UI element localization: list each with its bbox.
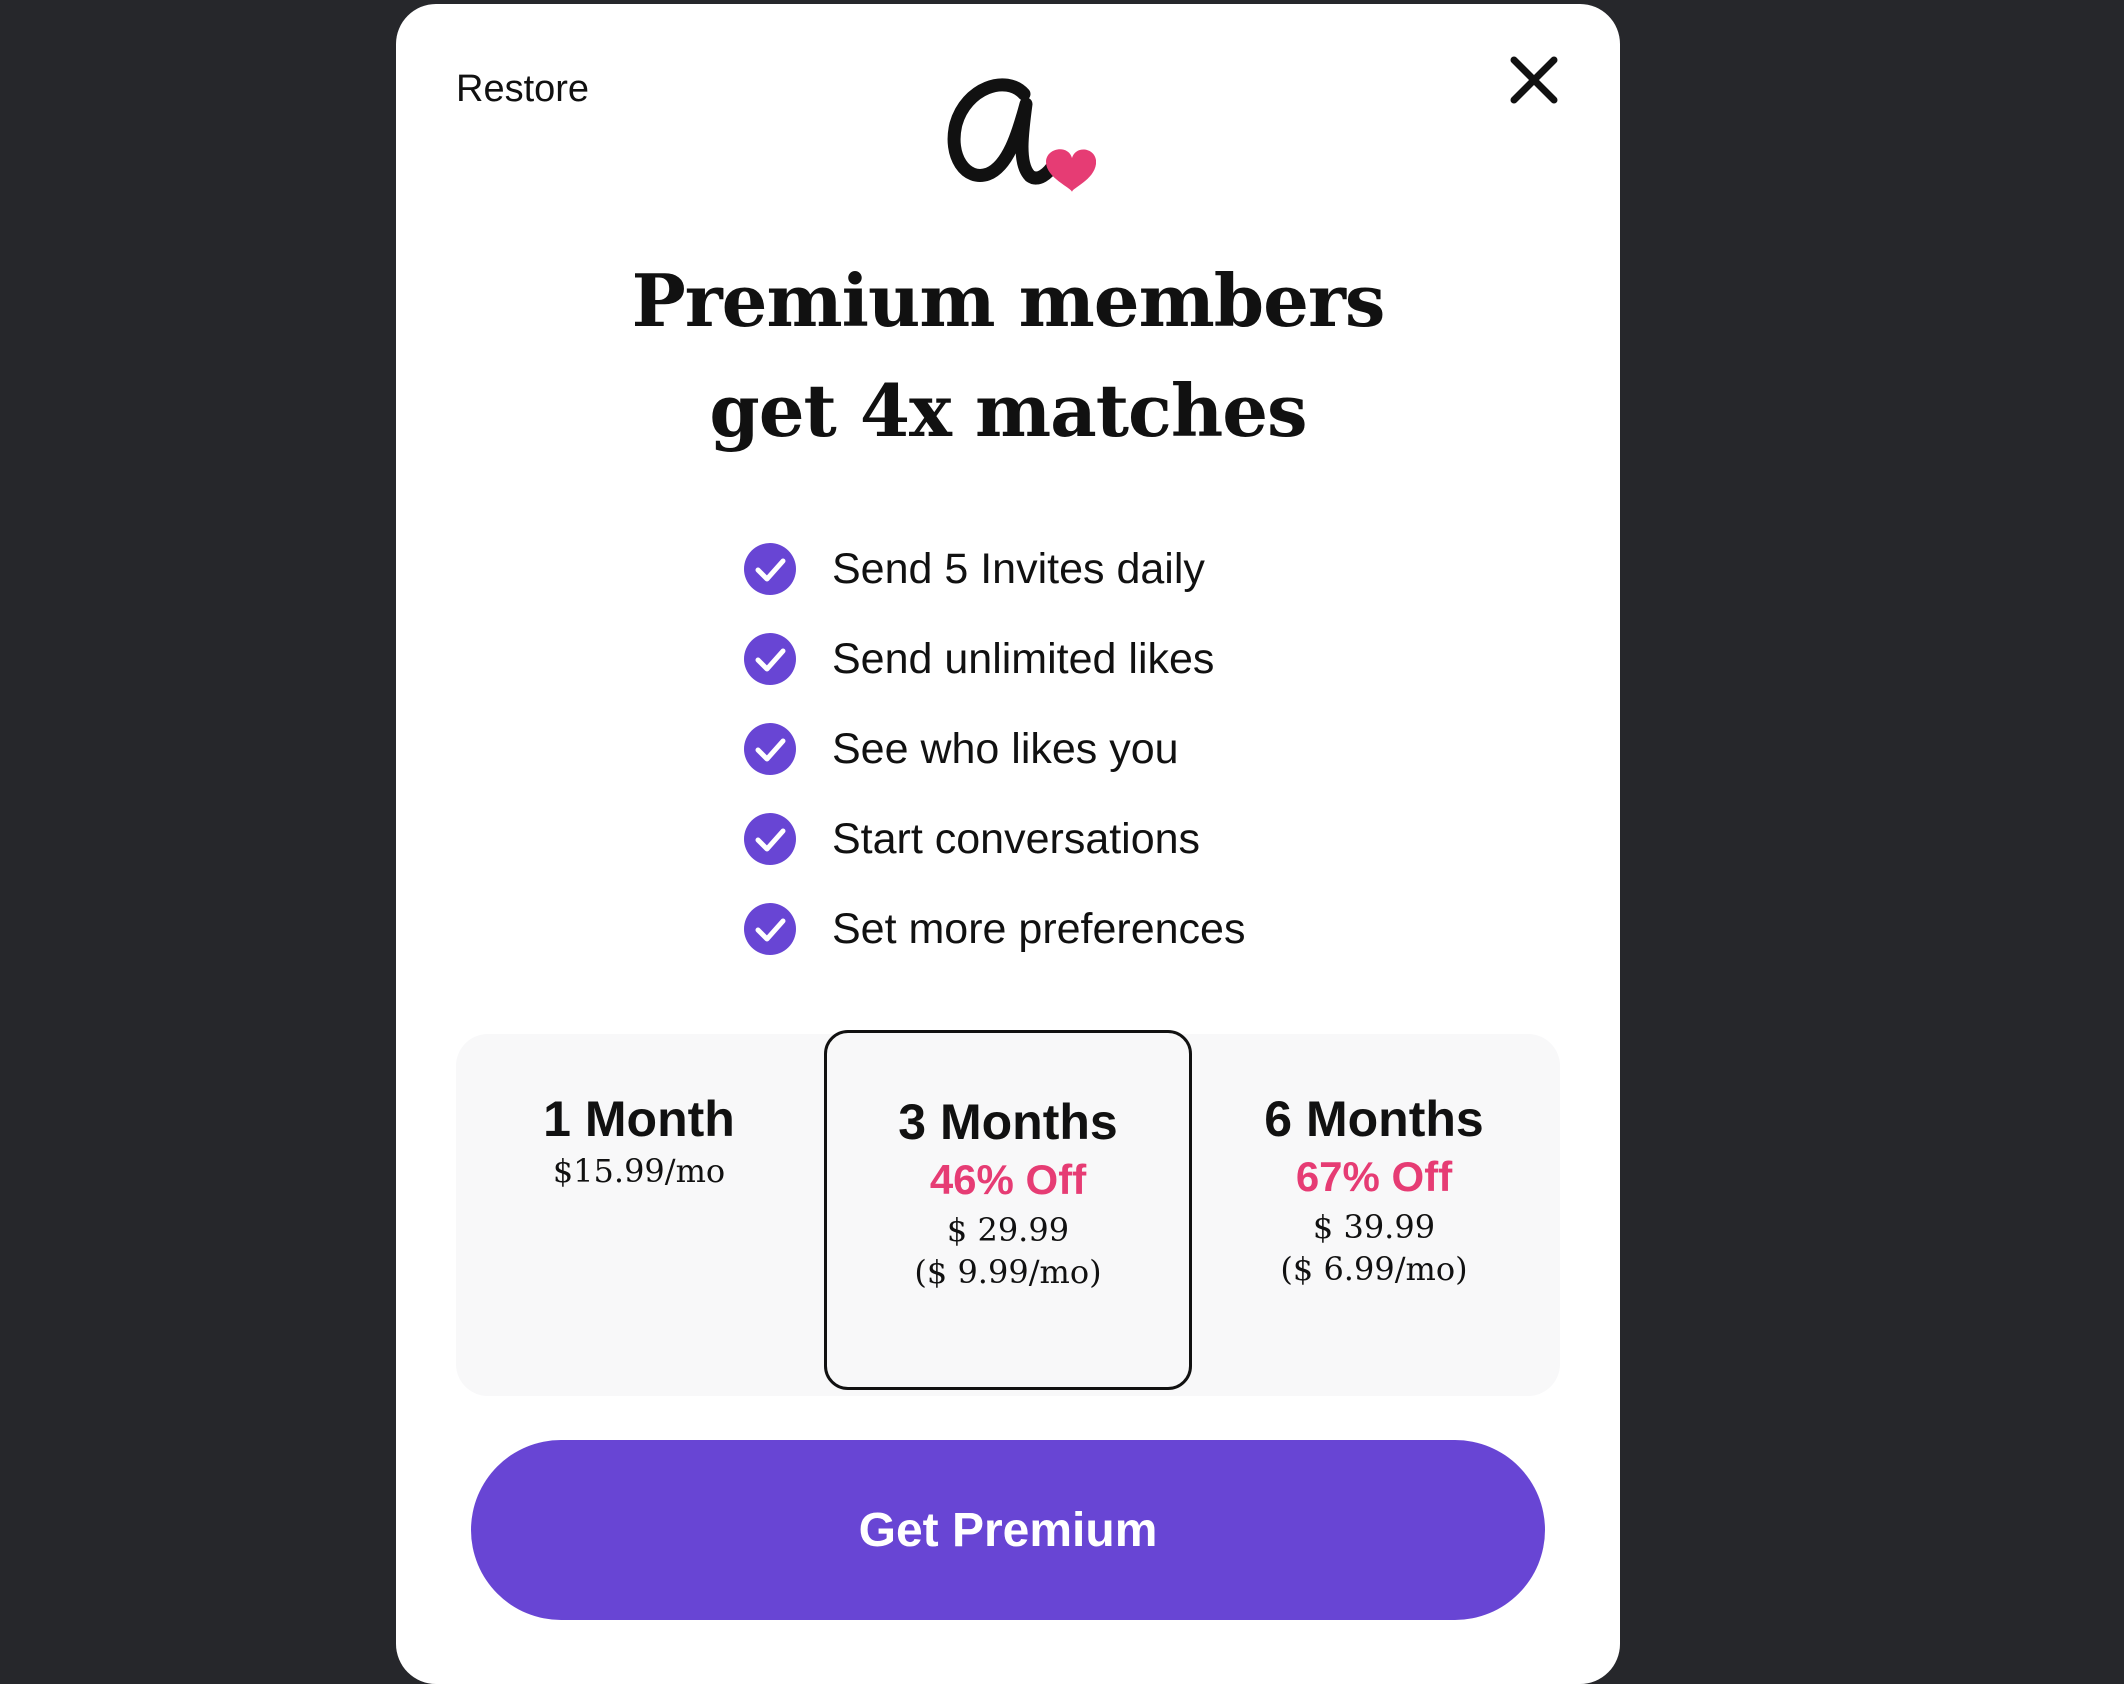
plan-price: $ 39.99	[1312, 1208, 1436, 1246]
get-premium-button[interactable]: Get Premium	[471, 1440, 1545, 1620]
feature-label: Start conversations	[832, 814, 1201, 863]
check-circle-icon	[744, 903, 796, 955]
logo-icon	[947, 78, 1096, 192]
check-circle-icon	[744, 723, 796, 775]
list-item: Set more preferences	[744, 884, 1384, 974]
plan-title: 1 Month	[543, 1091, 735, 1147]
check-circle-icon	[744, 543, 796, 595]
plan-3-months[interactable]: 3 Months 46% Off $ 29.99 ($ 9.99/mo)	[824, 1030, 1192, 1390]
plan-title: 6 Months	[1264, 1091, 1484, 1147]
premium-modal: Restore Premium members get 4x matches S…	[396, 4, 1620, 1684]
check-circle-icon	[744, 813, 796, 865]
list-item: Send unlimited likes	[744, 614, 1384, 704]
headline-line-1: Premium members	[631, 258, 1386, 343]
plan-1-month[interactable]: 1 Month $15.99/mo	[456, 1034, 822, 1396]
restore-button[interactable]: Restore	[456, 68, 589, 111]
feature-label: See who likes you	[832, 724, 1179, 773]
plan-price: $ 29.99	[946, 1211, 1070, 1249]
list-item: Start conversations	[744, 794, 1384, 884]
list-item: See who likes you	[744, 704, 1384, 794]
plan-monthly-price: ($ 9.99/mo)	[914, 1253, 1102, 1291]
plan-discount: 46% Off	[929, 1156, 1087, 1203]
plan-discount: 67% Off	[1295, 1153, 1453, 1200]
feature-label: Send 5 Invites daily	[832, 544, 1205, 593]
list-item: Send 5 Invites daily	[744, 524, 1384, 614]
plan-price: $15.99/mo	[552, 1152, 726, 1190]
check-circle-icon	[744, 633, 796, 685]
plan-6-months[interactable]: 6 Months 67% Off $ 39.99 ($ 6.99/mo)	[1188, 1034, 1560, 1396]
plan-selector: 1 Month $15.99/mo 3 Months 46% Off $ 29.…	[456, 1030, 1560, 1396]
page-title: Premium members get 4x matches	[396, 246, 1620, 466]
headline-line-2: get 4x matches	[709, 368, 1307, 453]
plan-monthly-price: ($ 6.99/mo)	[1280, 1250, 1468, 1288]
close-icon[interactable]	[1506, 52, 1562, 108]
feature-label: Send unlimited likes	[832, 634, 1215, 683]
feature-label: Set more preferences	[832, 904, 1246, 953]
plan-title: 3 Months	[898, 1094, 1118, 1150]
feature-list: Send 5 Invites daily Send unlimited like…	[744, 524, 1384, 974]
